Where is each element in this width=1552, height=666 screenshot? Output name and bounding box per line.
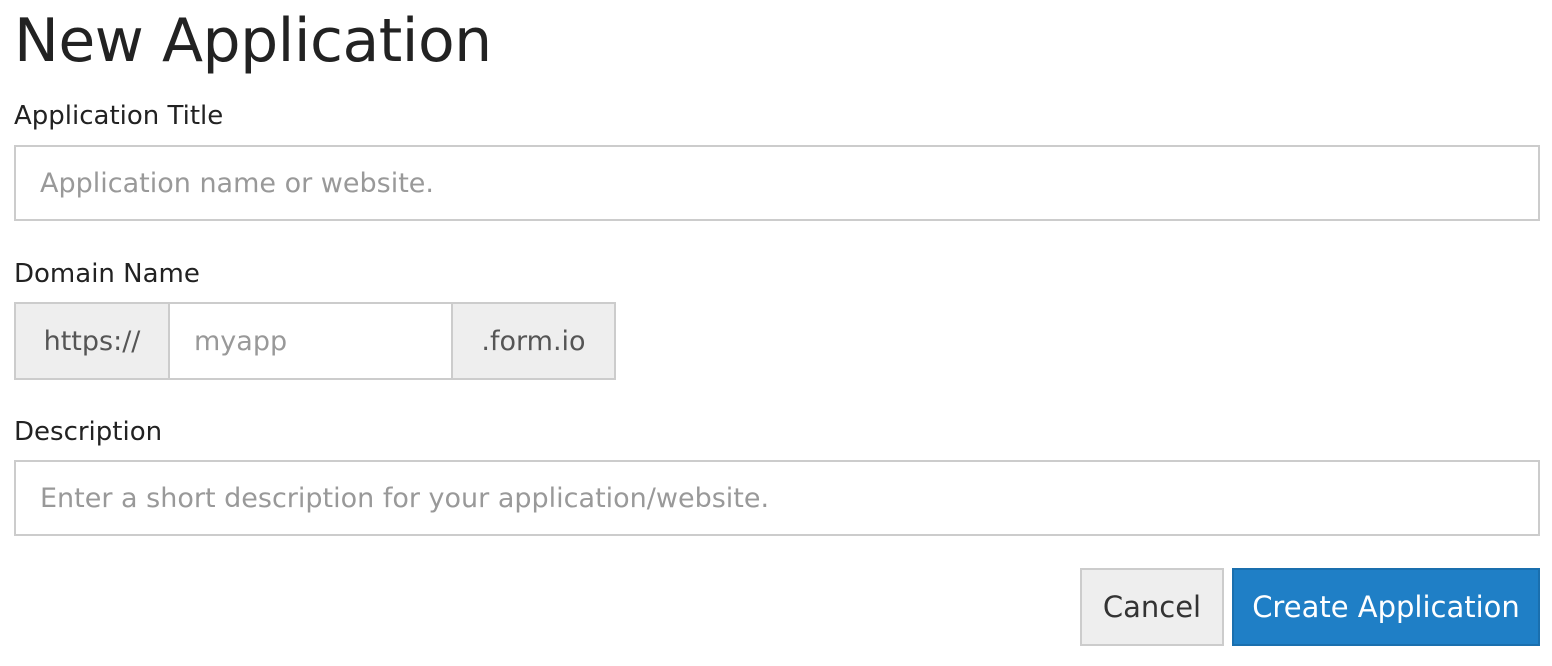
cancel-button[interactable]: Cancel (1080, 568, 1224, 646)
create-application-button[interactable]: Create Application (1232, 568, 1540, 646)
page-title: New Application (14, 6, 492, 76)
domain-name-label: Domain Name (14, 259, 200, 289)
domain-name-input[interactable] (170, 302, 453, 380)
domain-prefix-addon: https:// (14, 302, 170, 380)
application-title-input[interactable] (14, 145, 1540, 221)
domain-name-input-group: https:// .form.io (14, 302, 616, 380)
description-label: Description (14, 417, 163, 447)
description-input[interactable] (14, 460, 1540, 536)
application-title-label: Application Title (14, 101, 224, 131)
domain-suffix-addon: .form.io (453, 302, 616, 380)
